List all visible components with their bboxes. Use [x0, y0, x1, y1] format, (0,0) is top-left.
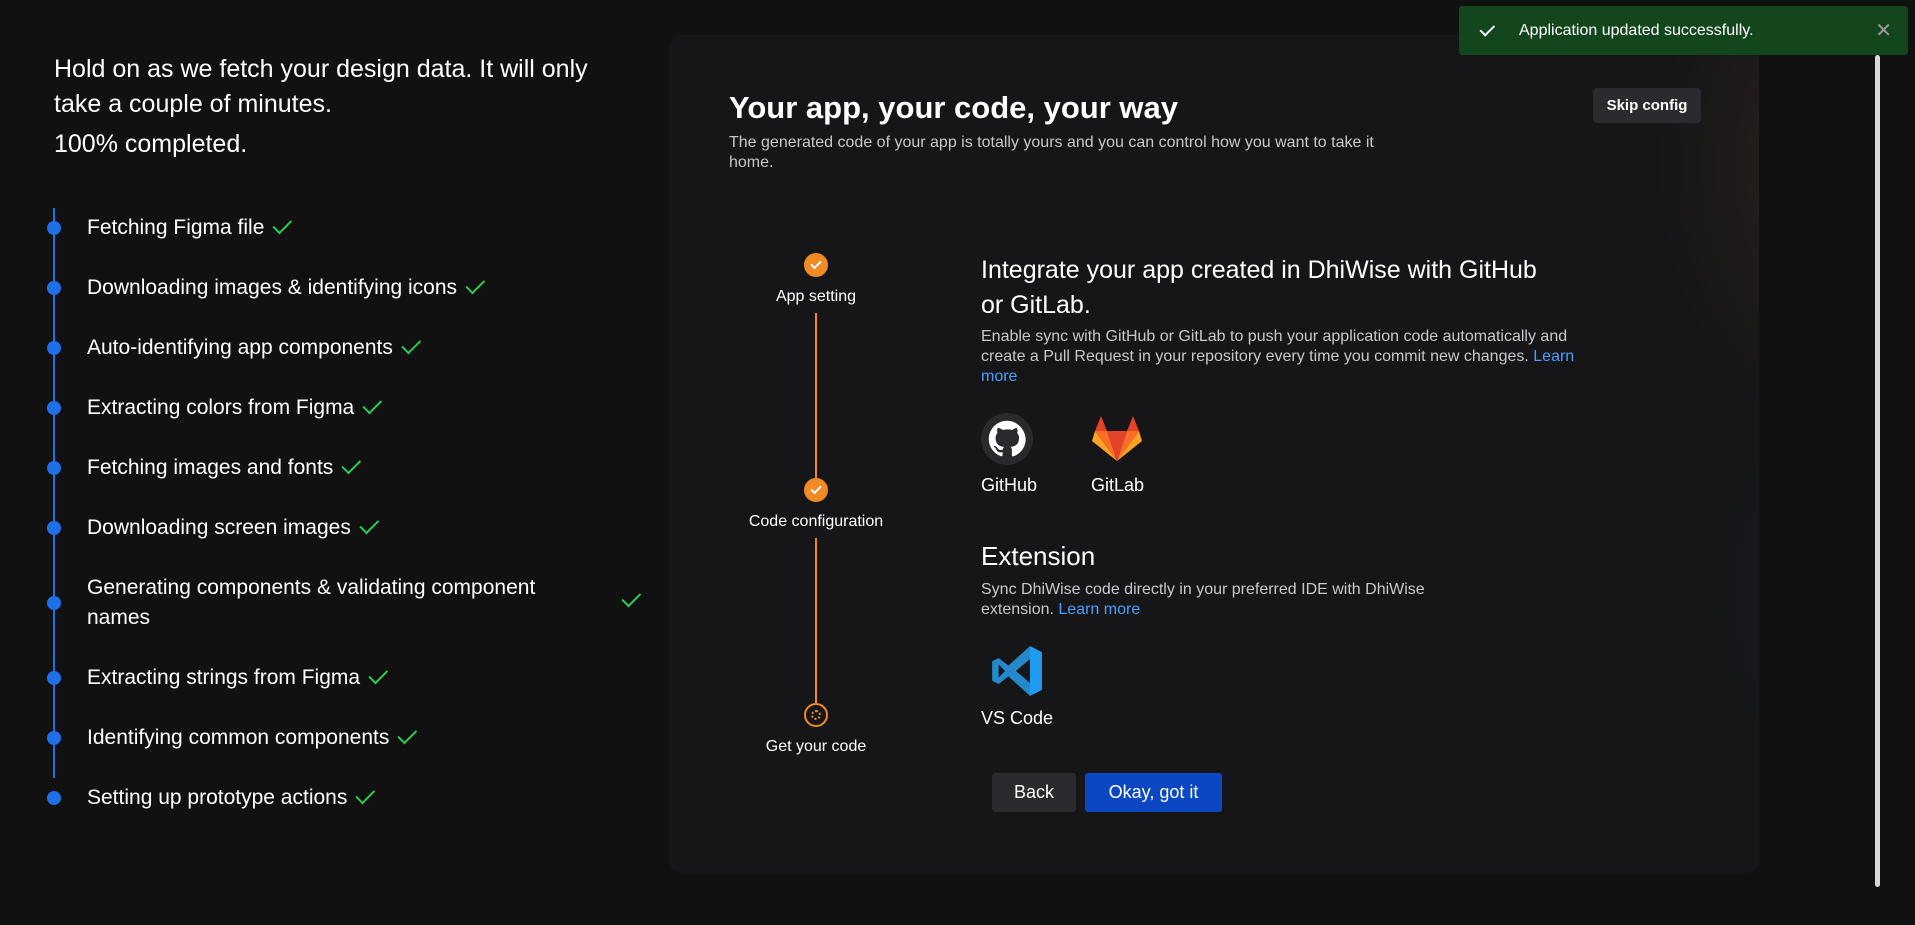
step-dot [47, 671, 61, 685]
stepper-label-app-setting: App setting [775, 288, 857, 305]
check-icon [401, 334, 422, 355]
scrollbar[interactable] [1875, 55, 1880, 887]
progress-step: Setting up prototype actions [47, 768, 647, 828]
config-card: Your app, your code, your way The genera… [669, 35, 1759, 873]
step-label: Setting up prototype actions [87, 786, 348, 809]
progress-step: Downloading screen images [47, 498, 647, 558]
stepper-line [815, 538, 817, 703]
vscode-icon [992, 646, 1042, 696]
step-dot [47, 521, 61, 535]
gear-icon [804, 703, 828, 727]
progress-heading: Hold on as we fetch your design data. It… [54, 55, 588, 118]
check-icon [804, 478, 828, 502]
integration-description: Enable sync with GitHub or GitLab to pus… [981, 327, 1581, 387]
step-dot [47, 221, 61, 235]
github-label: GitHub [981, 475, 1038, 495]
step-label: Identifying common components [87, 726, 390, 749]
step-dot [47, 341, 61, 355]
step-dot [47, 731, 61, 745]
progress-step: Extracting colors from Figma [47, 378, 647, 438]
step-label: Fetching Figma file [87, 216, 265, 239]
progress-step: Fetching Figma file [47, 198, 647, 258]
skip-config-button[interactable]: Skip config [1593, 88, 1701, 123]
check-icon [272, 214, 293, 235]
progress-panel: Hold on as we fetch your design data. It… [47, 52, 654, 809]
step-label: Extracting strings from Figma [87, 666, 361, 689]
integration-options: GitHub GitLab [981, 413, 1161, 496]
vscode-label: VS Code [981, 708, 1054, 728]
check-icon [359, 514, 380, 535]
github-icon [981, 413, 1033, 465]
toast-message: Application updated successfully. [1519, 21, 1754, 39]
stepper-label-code-configuration: Code configuration [748, 513, 884, 530]
success-toast: Application updated successfully. ✕ [1459, 6, 1908, 55]
step-label: Generating components & validating compo… [87, 576, 536, 629]
step-dot [47, 461, 61, 475]
integration-description-text: Enable sync with GitHub or GitLab to pus… [981, 328, 1568, 365]
step-dot [47, 791, 61, 805]
step-label: Fetching images and fonts [87, 456, 334, 479]
check-icon [465, 274, 486, 295]
step-dot [47, 401, 61, 415]
check-icon [368, 664, 389, 685]
step-dot [47, 281, 61, 295]
progress-step: Downloading images & identifying icons [47, 258, 647, 318]
gitlab-option[interactable]: GitLab [1091, 413, 1161, 496]
card-subtitle: The generated code of your app is totall… [729, 134, 1374, 171]
extension-description: Sync DhiWise code directly in your prefe… [981, 580, 1501, 620]
stepper-line [815, 313, 817, 483]
stepper-label-get-your-code: Get your code [765, 738, 867, 755]
back-button[interactable]: Back [992, 773, 1076, 812]
gitlab-icon [1091, 413, 1143, 465]
step-dot [47, 596, 61, 610]
progress-step: Identifying common components [47, 708, 647, 768]
vscode-option[interactable]: VS Code [981, 644, 1053, 729]
check-icon [621, 587, 642, 608]
extension-learn-more-link[interactable]: Learn more [1058, 601, 1140, 618]
progress-step: Auto-identifying app components [47, 318, 647, 378]
close-icon[interactable]: ✕ [1875, 18, 1892, 42]
integration-title: Integrate your app created in DhiWise wi… [981, 256, 1537, 319]
extension-title: Extension [981, 541, 1096, 571]
check-icon [804, 253, 828, 277]
progress-step: Fetching images and fonts [47, 438, 647, 498]
check-icon [397, 724, 418, 745]
step-label: Downloading screen images [87, 516, 351, 539]
step-label: Extracting colors from Figma [87, 396, 355, 419]
check-icon [362, 394, 383, 415]
progress-percent: 100% completed. [54, 130, 248, 158]
okay-got-it-button[interactable]: Okay, got it [1085, 773, 1222, 812]
progress-step: Generating components & validating compo… [47, 558, 647, 648]
step-label: Auto-identifying app components [87, 336, 393, 359]
card-title: Your app, your code, your way [729, 90, 1179, 125]
step-label: Downloading images & identifying icons [87, 276, 458, 299]
progress-steps: Fetching Figma file Downloading images &… [47, 198, 647, 828]
extension-description-text: Sync DhiWise code directly in your prefe… [981, 581, 1425, 618]
github-option[interactable]: GitHub [981, 413, 1051, 496]
gitlab-label: GitLab [1091, 475, 1145, 495]
check-icon [355, 784, 376, 805]
check-icon [341, 454, 362, 475]
check-icon [1479, 20, 1496, 37]
progress-step: Extracting strings from Figma [47, 648, 647, 708]
